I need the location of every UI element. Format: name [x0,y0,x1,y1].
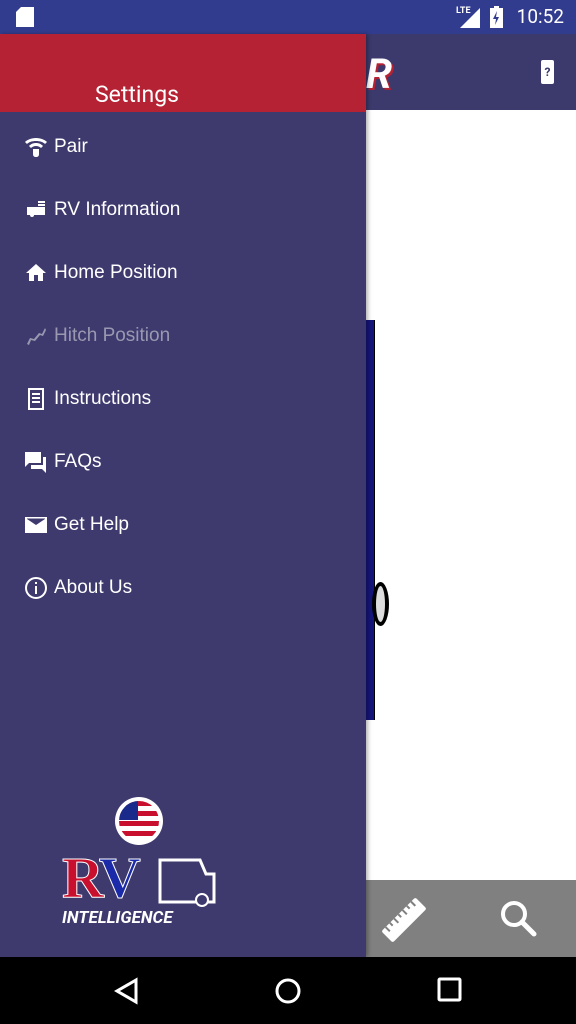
wifi-pair-icon [25,138,47,157]
app-logo-fragment: R [366,50,393,99]
drawer-item-home-position[interactable]: Home Position [24,253,178,293]
battery-charging-icon [490,6,503,28]
drawer-item-label: Instructions [54,388,152,409]
rv-wheel [372,582,389,626]
battery-status-button[interactable]: ? [541,60,554,84]
drawer-item-label: Pair [54,136,88,157]
flag-emblem-icon [115,797,163,845]
drawer-title: Settings [95,81,179,108]
drawer-item-hitch-position[interactable]: Hitch Position [24,316,170,356]
mail-icon [25,517,47,533]
drawer-item-faqs[interactable]: FAQs [24,442,102,482]
rv-icon [27,201,45,217]
drawer-header: Settings [0,34,366,112]
home-nav-icon[interactable] [274,977,302,1005]
system-nav-bar [0,957,576,1024]
search-icon[interactable] [498,898,538,938]
drawer-item-label: Hitch Position [54,325,171,346]
drawer-item-label: Home Position [54,262,178,283]
chat-icon [25,452,46,473]
status-bar: LTE 10:52 [0,0,576,34]
hitch-icon [27,328,46,345]
drawer-item-label: Get Help [54,514,129,535]
signal-icon [460,8,480,28]
info-icon [25,577,47,599]
drawer-item-label: About Us [54,577,133,598]
drawer-item-about-us[interactable]: About Us [24,568,132,608]
sd-card-icon [16,7,34,27]
drawer-item-label: FAQs [54,451,102,472]
back-icon[interactable] [112,977,140,1005]
drawer-item-get-help[interactable]: Get Help [24,505,129,545]
document-icon [28,388,44,410]
battery-status: ? [544,65,551,79]
rv-intelligence-logo: RV INTELLIGENCE [58,796,218,936]
drawer-item-instructions[interactable]: Instructions [24,379,151,419]
drawer-item-rv-information[interactable]: RV Information [24,190,180,230]
ruler-icon[interactable] [376,892,432,948]
recents-icon[interactable] [437,977,463,1003]
clock: 10:52 [516,5,564,28]
home-icon [26,264,46,281]
drawer-item-label: RV Information [54,199,181,220]
rv-vehicle-icon [158,858,216,907]
navigation-drawer: Settings Pair RV Information Home Positi… [0,34,366,957]
drawer-item-pair[interactable]: Pair [24,127,88,167]
